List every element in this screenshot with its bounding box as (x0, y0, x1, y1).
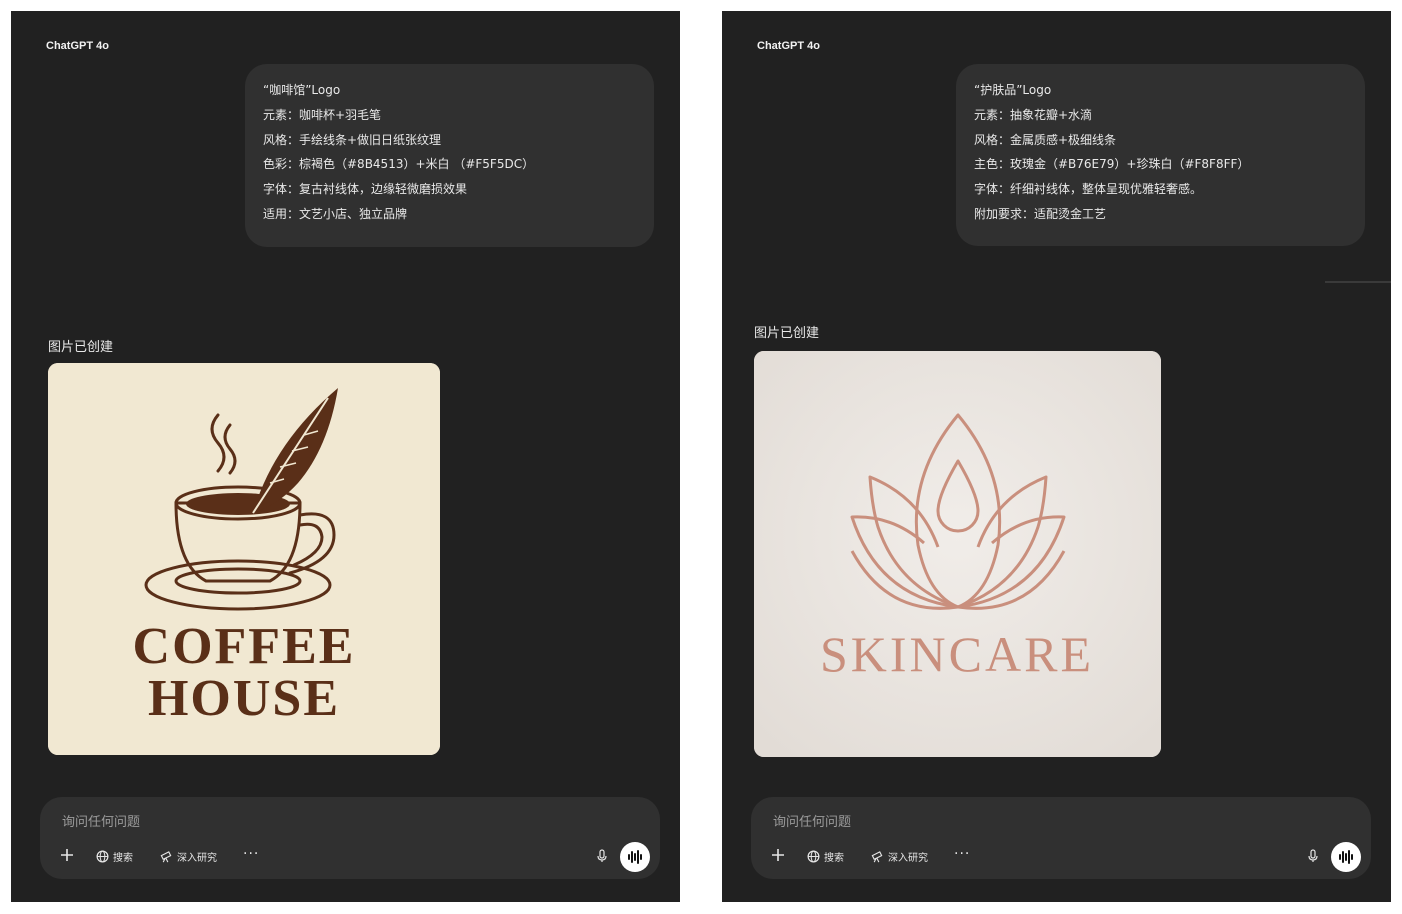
prompt-line: 附加要求：适配烫金工艺 (974, 206, 1107, 221)
coffee-logo-line1: COFFEE (133, 618, 356, 675)
composer-input[interactable]: 询问任何问题 (773, 811, 851, 830)
telescope-icon (160, 851, 172, 863)
more-icon: ··· (954, 846, 971, 862)
prompt-line: 风格：金属质感+极细线条 (974, 132, 1117, 147)
deep-research-button[interactable]: 深入研究 (159, 849, 217, 864)
generated-image-skincare-logo[interactable]: SKINCARE (754, 351, 1161, 757)
message-composer: 询问任何问题 搜索 深入研究 ··· (40, 797, 660, 879)
coffee-logo-line2: HOUSE (148, 670, 340, 727)
user-prompt-bubble: “护肤品”Logo 元素：抽象花瓣+水滴 风格：金属质感+极细线条 主色：玫瑰金… (956, 64, 1365, 246)
prompt-line: 适用：文艺小店、独立品牌 (263, 206, 408, 221)
telescope-icon (871, 851, 883, 863)
user-prompt-bubble: “咖啡馆”Logo 元素：咖啡杯+羽毛笔 风格：手绘线条+做旧日纸张纹理 色彩：… (245, 64, 654, 247)
voice-wave-icon (628, 850, 642, 864)
message-composer: 询问任何问题 搜索 深入研究 ··· (751, 797, 1371, 879)
search-label: 搜索 (824, 853, 844, 864)
prompt-line: 风格：手绘线条+做旧日纸张纹理 (263, 132, 442, 147)
chat-panel-skincare: ChatGPT 4o “护肤品”Logo 元素：抽象花瓣+水滴 风格：金属质感+… (722, 11, 1391, 902)
search-button[interactable]: 搜索 (807, 849, 844, 864)
prompt-line: 主色：玫瑰金（#B76E79）+珍珠白（#F8F8FF） (974, 157, 1250, 172)
dictate-button[interactable] (596, 849, 608, 863)
voice-mode-button[interactable] (1331, 842, 1361, 872)
prompt-line: 元素：抽象花瓣+水滴 (974, 107, 1093, 122)
prompt-line: “咖啡馆”Logo (263, 83, 341, 97)
search-button[interactable]: 搜索 (96, 849, 133, 864)
plus-icon (772, 849, 784, 861)
prompt-line: 色彩：棕褐色（#8B4513）+米白 （#F5F5DC） (263, 157, 535, 172)
divider (1325, 281, 1391, 283)
generated-image-coffee-logo[interactable]: COFFEE HOUSE (48, 363, 440, 755)
add-attachment-button[interactable] (771, 848, 785, 862)
deep-research-button[interactable]: 深入研究 (870, 849, 928, 864)
globe-icon (96, 850, 109, 863)
add-attachment-button[interactable] (60, 848, 74, 862)
prompt-line: “护肤品”Logo (974, 83, 1052, 97)
image-created-label: 图片已创建 (754, 326, 820, 341)
mic-icon (597, 849, 607, 862)
prompt-line: 元素：咖啡杯+羽毛笔 (263, 107, 382, 122)
model-label[interactable]: ChatGPT 4o (46, 40, 109, 52)
skincare-logo-illustration: SKINCARE (754, 351, 1161, 757)
prompt-line: 字体：复古衬线体，边缘轻微磨损效果 (263, 182, 468, 197)
mic-icon (1308, 849, 1318, 862)
more-options-button[interactable]: ··· (954, 846, 970, 862)
voice-mode-button[interactable] (620, 842, 650, 872)
skincare-logo-text: SKINCARE (820, 626, 1094, 682)
chat-panel-coffee: ChatGPT 4o “咖啡馆”Logo 元素：咖啡杯+羽毛笔 风格：手绘线条+… (11, 11, 680, 902)
research-label: 深入研究 (177, 853, 217, 864)
plus-icon (61, 849, 73, 861)
more-icon: ··· (243, 846, 260, 862)
composer-input[interactable]: 询问任何问题 (62, 811, 140, 830)
coffee-logo-illustration: COFFEE HOUSE (48, 363, 440, 755)
more-options-button[interactable]: ··· (243, 846, 259, 862)
research-label: 深入研究 (888, 853, 928, 864)
dictate-button[interactable] (1307, 849, 1319, 863)
search-label: 搜索 (113, 853, 133, 864)
globe-icon (807, 850, 820, 863)
image-created-label: 图片已创建 (48, 340, 114, 355)
prompt-line: 字体：纤细衬线体，整体呈现优雅轻奢感。 (974, 182, 1203, 197)
voice-wave-icon (1339, 850, 1353, 864)
model-label[interactable]: ChatGPT 4o (757, 40, 820, 52)
